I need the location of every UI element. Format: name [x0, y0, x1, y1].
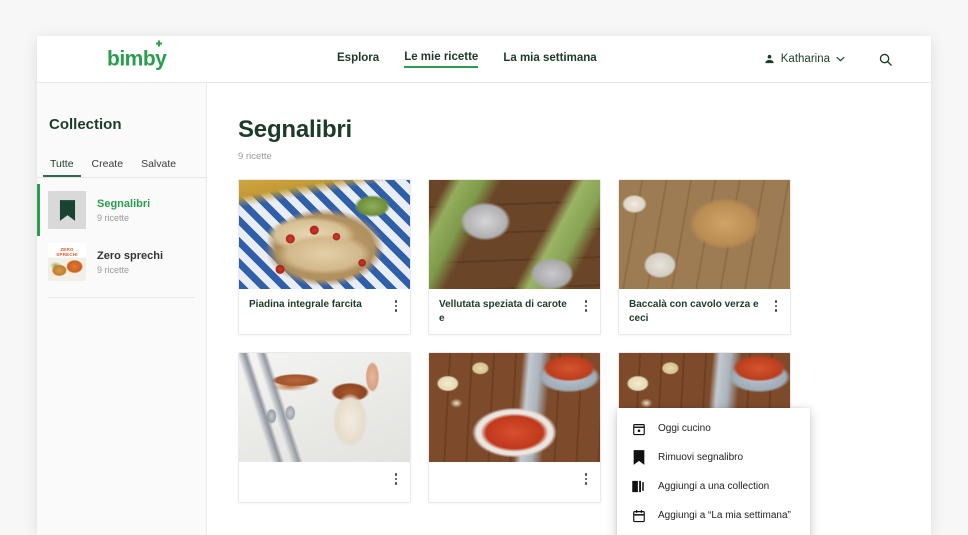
bookmark-icon — [48, 191, 86, 229]
sidebar-collection-list: Segnalibri 9 ricette ZERO SPRECHI Zero sp… — [37, 178, 206, 298]
nav-item-esplora[interactable]: Esplora — [337, 52, 379, 67]
nav-item-le-mie-ricette[interactable]: Le mie ricette — [404, 51, 479, 68]
main-nav: Esplora Le mie ricette La mia settimana — [337, 36, 597, 82]
sidebar-item-text: Segnalibri 9 ricette — [97, 197, 150, 223]
sidebar-item-title: Zero sprechi — [97, 249, 164, 262]
context-menu-item-label: Aggiungi a una collection — [658, 481, 770, 492]
recipe-card-footer: Piadina integrale farcita — [239, 289, 410, 329]
chevron-down-icon — [836, 54, 845, 64]
person-icon — [764, 53, 775, 65]
sidebar-item-count: 9 ricette — [97, 213, 130, 224]
bimby-logo[interactable]: bimby — [107, 40, 167, 71]
user-menu[interactable]: Katharina — [764, 53, 845, 65]
sidebar-item-zero-sprechi[interactable]: ZERO SPRECHI Zero sprechi 9 ricette — [37, 236, 206, 288]
sidebar-item-count: 9 ricette — [97, 265, 130, 276]
context-menu-item-label: Rimuovi segnalibro — [658, 452, 744, 463]
zero-sprechi-cover-image: ZERO SPRECHI — [48, 243, 86, 281]
add-to-collection-icon — [631, 479, 646, 494]
recipe-title: Baccalà con cavolo verza e ceci — [629, 299, 759, 324]
recipe-card[interactable]: Vellutata speziata di carote e — [428, 179, 601, 335]
top-header: bimby Esplora Le mie ricette La mia sett… — [37, 36, 931, 83]
calendar-today-icon — [631, 421, 646, 436]
recipe-context-menu: Oggi cucino Rimuovi segnalibro Aggiungi … — [617, 408, 810, 535]
recipe-image — [619, 180, 790, 289]
zero-sprechi-badge-label: ZERO SPRECHI — [56, 247, 78, 257]
recipe-card-footer: Baccalà con cavolo verza e ceci — [619, 289, 790, 334]
context-menu-item-rimuovi-segnalibro[interactable]: Rimuovi segnalibro — [617, 443, 810, 472]
recipe-card[interactable]: Baccalà con cavolo verza e ceci — [618, 179, 791, 335]
page-recipe-count: 9 ricette — [238, 151, 272, 162]
calendar-week-icon — [631, 508, 646, 523]
context-menu-item-label: Oggi cucino — [658, 423, 711, 434]
recipe-card-footer — [429, 462, 600, 502]
recipe-image — [429, 353, 600, 462]
sidebar-tab-salvate[interactable]: Salvate — [134, 153, 183, 177]
recipe-card[interactable]: Piadina integrale farcita — [238, 179, 411, 335]
recipe-title: Piadina integrale farcita — [249, 299, 362, 310]
sidebar-item-text: Zero sprechi 9 ricette — [97, 249, 163, 275]
recipe-card-footer — [239, 462, 410, 502]
recipe-options-button[interactable] — [579, 298, 593, 312]
sidebar-tabs: Tutte Create Salvate — [37, 153, 206, 178]
logo-text: bimby — [107, 47, 167, 71]
sidebar: Collection Tutte Create Salvate Segnalib… — [37, 83, 207, 535]
main-content: Segnalibri 9 ricette Piadina integrale f… — [207, 83, 931, 535]
context-menu-item-oggi-cucino[interactable]: Oggi cucino — [617, 414, 810, 443]
nav-item-la-mia-settimana[interactable]: La mia settimana — [503, 52, 596, 67]
user-name-label: Katharina — [780, 53, 830, 65]
recipe-image — [239, 180, 410, 289]
recipe-title: Vellutata speziata di carote e — [439, 299, 567, 324]
recipe-card[interactable] — [238, 352, 411, 503]
sidebar-heading: Collection — [49, 116, 122, 133]
recipe-image — [239, 353, 410, 462]
sidebar-tab-create[interactable]: Create — [85, 153, 131, 177]
sidebar-item-title: Segnalibri — [97, 197, 151, 210]
recipe-card-footer: Vellutata speziata di carote e — [429, 289, 600, 334]
recipe-options-button[interactable] — [389, 471, 403, 485]
recipe-card[interactable] — [428, 352, 601, 503]
recipe-options-button[interactable] — [579, 471, 593, 485]
body-area: Collection Tutte Create Salvate Segnalib… — [37, 83, 931, 535]
bookmark-filled-icon — [631, 450, 646, 465]
recipe-options-button[interactable] — [769, 298, 783, 312]
sidebar-item-segnalibri[interactable]: Segnalibri 9 ricette — [37, 184, 206, 236]
context-menu-item-aggiungi-lista-spesa[interactable]: Aggiungi alla lista della spesa — [617, 530, 810, 535]
recipe-image — [429, 180, 600, 289]
sidebar-tab-tutte[interactable]: Tutte — [43, 153, 81, 177]
context-menu-item-aggiungi-a-una-collection[interactable]: Aggiungi a una collection — [617, 472, 810, 501]
page-title: Segnalibri — [238, 116, 353, 143]
context-menu-item-label: Aggiungi a “La mia settimana” — [658, 510, 791, 521]
recipe-options-button[interactable] — [389, 298, 403, 312]
app-window: bimby Esplora Le mie ricette La mia sett… — [37, 36, 931, 535]
search-icon[interactable] — [878, 52, 893, 67]
sidebar-divider — [48, 297, 195, 298]
header-actions: Katharina — [764, 36, 893, 82]
context-menu-item-aggiungi-la-mia-settimana[interactable]: Aggiungi a “La mia settimana” — [617, 501, 810, 530]
